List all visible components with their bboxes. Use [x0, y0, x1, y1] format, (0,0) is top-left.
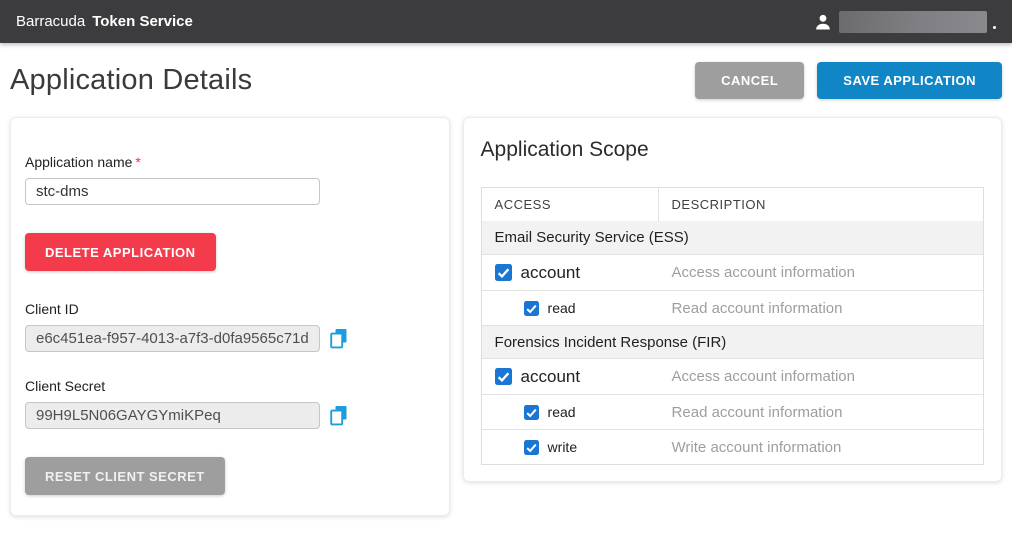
client-secret-input [25, 402, 320, 429]
scope-description: Read account information [659, 300, 983, 317]
scope-name-label: account [521, 263, 581, 283]
scope-checkbox-account[interactable] [495, 368, 512, 385]
copy-icon [329, 405, 349, 426]
product-name: Token Service [92, 13, 193, 30]
scope-checkbox-read[interactable] [524, 405, 539, 420]
scope-access-cell: account [482, 367, 659, 387]
scope-group-name: Forensics Incident Response (FIR) [482, 334, 727, 351]
client-id-row [25, 325, 435, 352]
reset-client-secret-button[interactable]: RESET CLIENT SECRET [25, 457, 225, 495]
scope-group-row: Forensics Incident Response (FIR) [482, 325, 983, 358]
client-secret-row [25, 402, 435, 429]
page-title: Application Details [10, 64, 252, 97]
scope-group-row: Email Security Service (ESS) [482, 221, 983, 254]
scope-row: read Read account information [482, 290, 983, 325]
scope-checkbox-write[interactable] [524, 440, 539, 455]
brand: Barracuda Token Service [16, 13, 193, 30]
scope-title: Application Scope [481, 138, 984, 162]
user-icon [813, 12, 833, 32]
user-name-redacted [839, 11, 987, 33]
scope-access-cell: write [482, 439, 659, 455]
scope-group-name: Email Security Service (ESS) [482, 229, 689, 246]
user-menu[interactable] [813, 11, 996, 33]
scope-table-rows: Email Security Service (ESS) account Acces… [482, 221, 983, 464]
scope-row: account Access account information [482, 358, 983, 394]
description-column-header: DESCRIPTION [659, 197, 983, 212]
save-application-button[interactable]: SAVE APPLICATION [817, 62, 1002, 99]
topbar: Barracuda Token Service [0, 0, 1012, 43]
scope-access-cell: read [482, 300, 659, 316]
copy-client-id-button[interactable] [329, 328, 349, 349]
scope-access-cell: read [482, 404, 659, 420]
application-name-label: Application name* [25, 154, 435, 170]
access-column-header: ACCESS [482, 188, 659, 221]
header-actions: CANCEL SAVE APPLICATION [695, 62, 1002, 99]
brand-name: Barracuda [16, 13, 85, 30]
application-scope-card: Application Scope ACCESS DESCRIPTION Ema… [463, 117, 1002, 482]
redaction-dot [993, 26, 996, 29]
scope-checkbox-read[interactable] [524, 301, 539, 316]
cancel-button[interactable]: CANCEL [695, 62, 804, 99]
scope-name-label: read [548, 300, 576, 316]
application-name-input[interactable] [25, 178, 320, 205]
scope-access-cell: account [482, 263, 659, 283]
scope-row: write Write account information [482, 429, 983, 464]
application-name-label-text: Application name [25, 154, 132, 170]
copy-client-secret-button[interactable] [329, 405, 349, 426]
scope-checkbox-account[interactable] [495, 264, 512, 281]
scope-row: read Read account information [482, 394, 983, 429]
scope-row: account Access account information [482, 254, 983, 290]
scope-description: Write account information [659, 439, 983, 456]
scope-name-label: write [548, 439, 578, 455]
scope-name-label: read [548, 404, 576, 420]
client-secret-label: Client Secret [25, 378, 435, 394]
scope-name-label: account [521, 367, 581, 387]
scope-description: Access account information [659, 264, 983, 281]
copy-icon [329, 328, 349, 349]
scope-description: Read account information [659, 404, 983, 421]
application-details-card: Application name* DELETE APPLICATION Cli… [10, 117, 450, 516]
client-id-label: Client ID [25, 301, 435, 317]
scope-description: Access account information [659, 368, 983, 385]
client-id-input [25, 325, 320, 352]
main-content: Application name* DELETE APPLICATION Cli… [0, 117, 1012, 516]
required-asterisk: * [135, 154, 140, 170]
page-header: Application Details CANCEL SAVE APPLICAT… [0, 43, 1012, 117]
scope-table-header: ACCESS DESCRIPTION [482, 188, 983, 221]
delete-application-button[interactable]: DELETE APPLICATION [25, 233, 216, 271]
scope-table: ACCESS DESCRIPTION Email Security Servic… [481, 187, 984, 465]
